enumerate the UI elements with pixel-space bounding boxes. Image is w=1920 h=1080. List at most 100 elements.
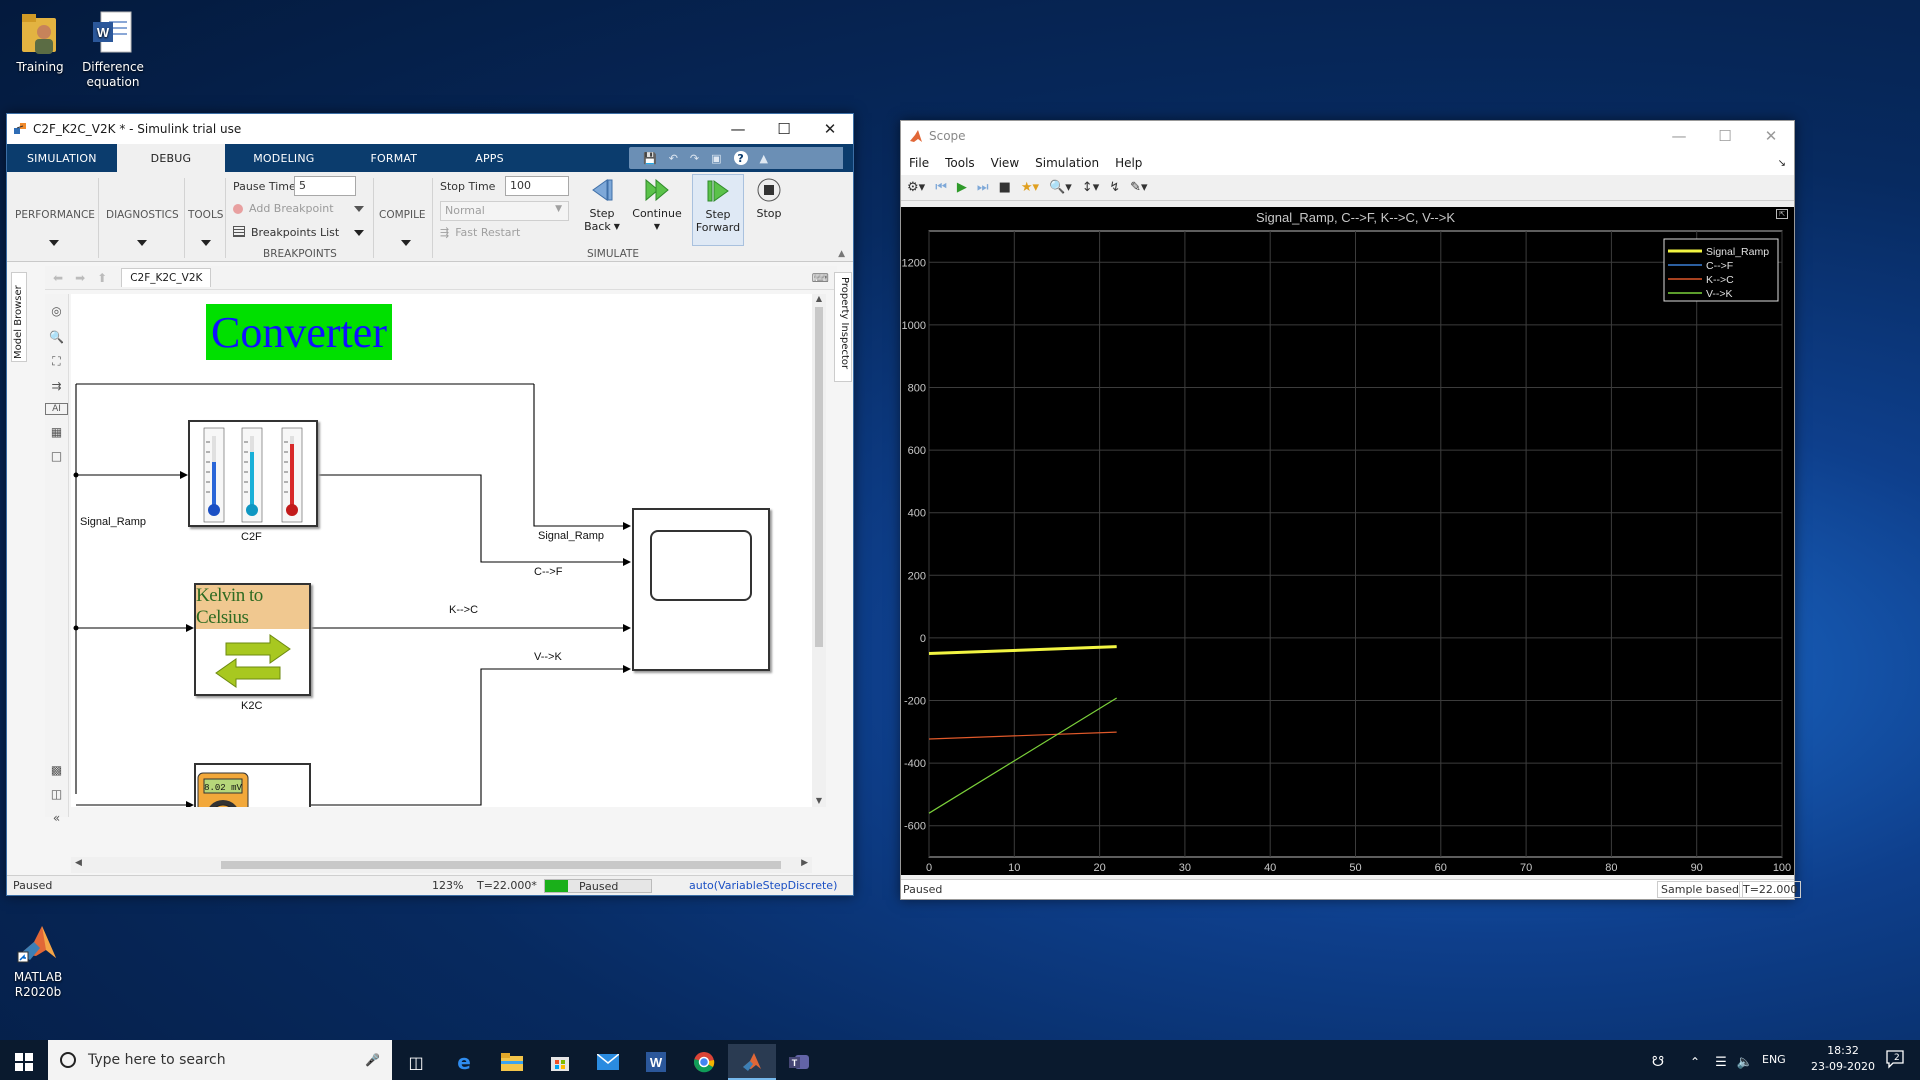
compile-menu[interactable]: COMPILE (379, 209, 426, 221)
help-icon[interactable]: ? (733, 151, 748, 165)
v2k-block[interactable]: 8.02 mV (194, 763, 311, 807)
taskbar-search-box[interactable]: Type here to search 🎤 (48, 1040, 392, 1080)
zoom-icon[interactable]: 🔍 (45, 330, 68, 344)
undock-icon[interactable]: ↘ (1770, 158, 1794, 169)
scope-plot-area[interactable]: Signal_Ramp, C-->F, K-->C, V-->K 0 10 20 30 4… (901, 207, 1794, 875)
scale-axes-icon[interactable]: ↕▾ (1082, 180, 1099, 195)
close-button[interactable]: ✕ (1748, 121, 1794, 151)
teams-icon[interactable]: T (776, 1044, 824, 1080)
highlight-icon[interactable]: ★▾ (1021, 180, 1039, 195)
chevron-down-icon[interactable] (354, 230, 364, 236)
matlab-taskbar-icon[interactable] (728, 1044, 776, 1080)
fast-restart-button[interactable]: ⇶ Fast Restart (440, 226, 520, 239)
up-icon[interactable]: ⬆ (97, 271, 107, 285)
solver-link[interactable]: auto(VariableStepDiscrete) (689, 879, 837, 892)
scroll-down-arrow[interactable]: ▼ (812, 796, 826, 805)
taskbar-clock[interactable]: 18:32 23-09-2020 (1798, 1043, 1888, 1075)
model-browser-tab[interactable]: Model Browser (11, 272, 27, 362)
step-forward-icon[interactable]: ⏭ (977, 180, 989, 195)
area-icon[interactable]: □ (45, 449, 68, 463)
simulink-titlebar[interactable]: C2F_K2C_V2K * - Simulink trial use — ☐ ✕ (7, 114, 853, 144)
forward-icon[interactable]: ➡ (75, 271, 85, 285)
menu-help[interactable]: Help (1107, 156, 1150, 170)
tab-modeling[interactable]: MODELING (225, 144, 342, 172)
menu-tools[interactable]: Tools (937, 156, 983, 170)
store-icon[interactable] (536, 1044, 584, 1080)
task-view-button[interactable]: ◫ (392, 1044, 440, 1080)
desktop-icon-difference-equation[interactable]: W Difference equation (73, 10, 153, 90)
triggers-icon[interactable]: ↯ (1109, 180, 1120, 195)
chevron-up-icon[interactable]: ⌃ (1681, 1044, 1709, 1080)
edge-icon[interactable]: e (440, 1044, 488, 1080)
collapse-ribbon-icon[interactable]: ▲ (838, 249, 845, 259)
k2c-block[interactable]: Kelvin to Celsius (194, 583, 311, 696)
word-icon[interactable]: W (632, 1044, 680, 1080)
horizontal-scrollbar[interactable]: ◀ ▶ (71, 857, 812, 873)
minimize-button[interactable]: — (715, 114, 761, 144)
converter-title-banner[interactable]: Converter (206, 304, 392, 360)
desktop-icon-training[interactable]: Training (0, 10, 80, 75)
model-canvas[interactable]: Converter C2F Kelvin to Celsius K2C 8.02… (71, 294, 818, 807)
signal-label-c-to-f[interactable]: C-->F (534, 566, 562, 578)
signal-label-signal-ramp[interactable]: Signal_Ramp (538, 530, 604, 542)
scope-titlebar[interactable]: Scope — ☐ ✕ (901, 121, 1794, 151)
model-data-icon[interactable]: ◫ (45, 787, 68, 801)
chevron-down-icon[interactable] (137, 240, 147, 246)
measurements-icon[interactable]: ✎▾ (1130, 180, 1147, 195)
run-back-icon[interactable]: ⏮ (935, 180, 947, 195)
menu-file[interactable]: File (901, 156, 937, 170)
scroll-thumb[interactable] (815, 307, 823, 647)
c2f-block[interactable] (188, 420, 318, 527)
scroll-up-arrow[interactable]: ▲ (812, 294, 826, 303)
continue-button[interactable]: Continue ▼ (628, 176, 686, 233)
network-icon[interactable]: ☰ (1709, 1044, 1733, 1080)
tab-debug[interactable]: DEBUG (116, 144, 226, 172)
breadcrumb[interactable]: C2F_K2C_V2K (121, 268, 212, 287)
keyboard-icon[interactable]: ⌨ (812, 271, 829, 285)
maximize-button[interactable]: ☐ (761, 114, 807, 144)
c2f-block-label[interactable]: C2F (241, 531, 262, 543)
annotation-icon[interactable]: AI (45, 403, 68, 415)
tab-format[interactable]: FORMAT (343, 144, 446, 172)
undock-axes-icon[interactable]: ⇱ (1776, 209, 1788, 219)
k2c-block-label[interactable]: K2C (241, 700, 262, 712)
diagnostics-menu[interactable]: DIAGNOSTICS (106, 209, 179, 221)
tools-menu[interactable]: TOOLS (188, 209, 223, 221)
performance-menu[interactable]: PERFORMANCE (15, 209, 95, 221)
image-icon[interactable]: ▦ (45, 425, 68, 439)
fit-to-view-icon[interactable]: ⛶ (45, 354, 68, 369)
collapse-left-icon[interactable]: « (45, 811, 68, 825)
volume-icon[interactable]: 🔈 (1733, 1044, 1757, 1080)
stop-time-input[interactable]: 100 (505, 176, 569, 196)
mail-icon[interactable] (584, 1044, 632, 1080)
close-button[interactable]: ✕ (807, 114, 853, 144)
screenshot-icon[interactable]: ▣ (711, 152, 721, 165)
breakpoints-list-button[interactable]: Breakpoints List (233, 226, 339, 239)
menu-simulation[interactable]: Simulation (1027, 156, 1107, 170)
signal-label-k-to-c[interactable]: K-->C (449, 604, 478, 616)
camera-icon[interactable]: ▩ (45, 763, 68, 777)
minimize-button[interactable]: — (1656, 121, 1702, 151)
microphone-icon[interactable]: 🎤 (365, 1053, 380, 1067)
chevron-down-icon[interactable] (354, 206, 364, 212)
arrow-icon[interactable]: ⇉ (45, 379, 68, 393)
maximize-button[interactable]: ☐ (1702, 121, 1748, 151)
step-forward-button[interactable]: Step Forward (692, 174, 744, 246)
scroll-right-arrow[interactable]: ▶ (801, 858, 808, 868)
add-breakpoint-button[interactable]: Add Breakpoint (233, 202, 334, 215)
pause-time-input[interactable]: 5 (294, 176, 356, 196)
signal-label-v-to-k[interactable]: V-->K (534, 651, 562, 663)
stop-icon[interactable]: ■ (999, 180, 1011, 195)
desktop-icon-matlab[interactable]: MATLAB R2020b (0, 920, 78, 1000)
undo-icon[interactable]: ↶ (669, 152, 678, 165)
chevron-down-icon[interactable] (201, 240, 211, 246)
hide-show-explorer-icon[interactable]: ◎ (45, 304, 68, 318)
run-icon[interactable]: ▶ (957, 180, 967, 195)
people-icon[interactable]: ☋ (1640, 1044, 1676, 1080)
stop-button[interactable]: Stop (749, 176, 789, 220)
chevron-down-icon[interactable] (401, 240, 411, 246)
redo-icon[interactable]: ↷ (690, 152, 699, 165)
step-back-button[interactable]: Step Back ▼ (578, 176, 626, 233)
language-indicator[interactable]: ENG (1762, 1053, 1786, 1066)
vertical-scrollbar[interactable]: ▲ ▼ (812, 294, 826, 807)
